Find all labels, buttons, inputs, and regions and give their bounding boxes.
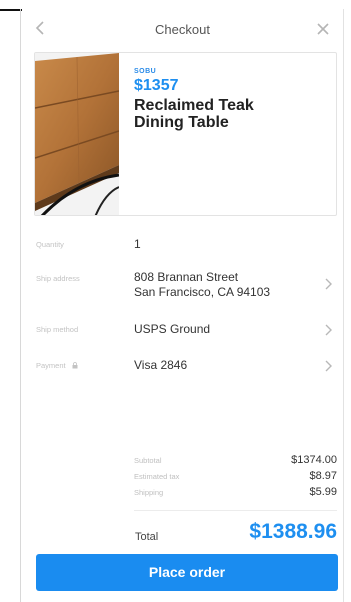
chevron-right-icon[interactable] (324, 278, 332, 293)
tax-value: $8.97 (309, 470, 337, 482)
quantity-value: 1 (134, 237, 141, 251)
lock-icon (72, 362, 78, 371)
payment-label-wrap: Payment (36, 361, 78, 371)
payment-value: Visa 2846 (134, 358, 188, 372)
checkout-header: Checkout (22, 14, 343, 50)
subtotal-label: Subtotal (134, 456, 162, 465)
ship-method-label: Ship method (36, 325, 79, 334)
product-name-line1: Reclaimed Teak (134, 97, 254, 114)
product-price: $1357 (134, 77, 179, 94)
product-name-line2: Dining Table (134, 114, 229, 131)
place-order-button[interactable]: Place order (36, 554, 338, 591)
payment-label: Payment (36, 361, 66, 370)
ship-address-value: 808 Brannan Street San Francisco, CA 941… (134, 270, 270, 300)
close-button[interactable] (311, 17, 335, 41)
ship-address-label: Ship address (36, 274, 80, 283)
ship-method-row[interactable]: Ship method USPS Ground (36, 322, 336, 338)
subtotal-value: $1374.00 (291, 454, 337, 466)
shipping-row: Shipping $5.99 (134, 486, 337, 500)
close-icon (317, 23, 329, 35)
summary-divider (134, 510, 337, 511)
frame-edge-top (0, 9, 22, 11)
ship-method-value: USPS Ground (134, 322, 211, 336)
quantity-label: Quantity (36, 240, 64, 249)
total-label: Total (135, 531, 159, 543)
quantity-row[interactable]: Quantity 1 (36, 237, 336, 253)
tax-row: Estimated tax $8.97 (134, 470, 337, 484)
page-title: Checkout (155, 22, 210, 37)
shipping-value: $5.99 (309, 486, 337, 498)
product-info: SOBU $1357 Reclaimed Teak Dining Table (134, 68, 330, 131)
chevron-right-icon[interactable] (324, 324, 332, 339)
product-name: Reclaimed Teak Dining Table (134, 97, 330, 131)
chevron-right-icon[interactable] (324, 360, 332, 375)
frame-edge-left (20, 9, 21, 602)
total-value: $1388.96 (249, 520, 337, 543)
frame-edge-right (343, 9, 344, 602)
ship-address-line2: San Francisco, CA 94103 (134, 285, 271, 299)
tax-label: Estimated tax (134, 472, 180, 481)
payment-row[interactable]: Payment Visa 2846 (36, 358, 336, 374)
product-image (35, 53, 120, 215)
subtotal-row: Subtotal $1374.00 (134, 454, 337, 468)
shipping-label: Shipping (134, 488, 164, 497)
ship-address-line1: 808 Brannan Street (134, 270, 239, 284)
product-card: SOBU $1357 Reclaimed Teak Dining Table (34, 52, 337, 216)
ship-address-row[interactable]: Ship address 808 Brannan Street San Fran… (36, 270, 336, 302)
product-brand: SOBU (134, 68, 157, 75)
